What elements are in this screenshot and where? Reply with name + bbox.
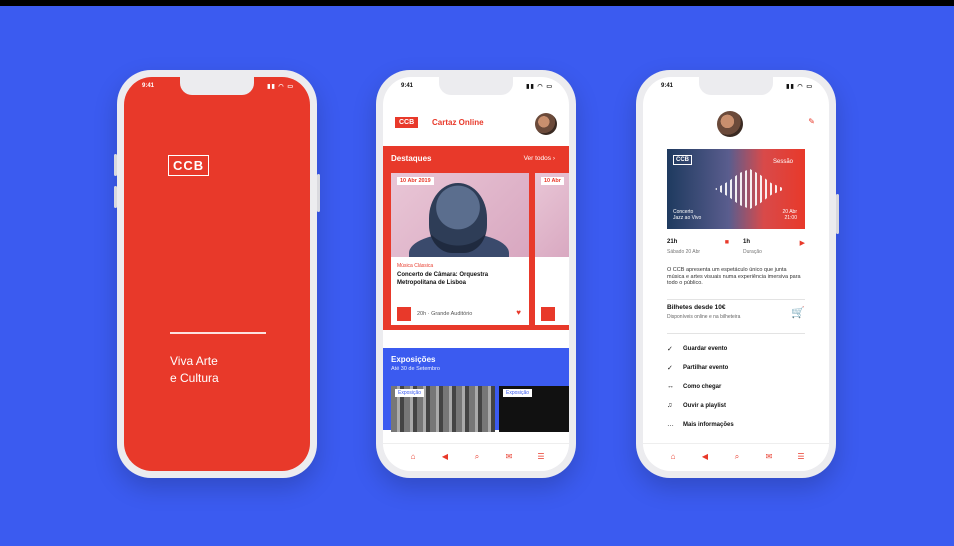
- check-icon: ✓: [667, 365, 673, 372]
- ticket-row[interactable]: Bilhetes desde 10€ Disponíveis online e …: [667, 304, 805, 326]
- phone-detail: 9:41 ▮▮ ◠ ▭ ✎ CCB Sessão Concerto Jazz a…: [636, 70, 839, 478]
- event-title: Concerto de Câmara: Orquestra Metropolit…: [397, 272, 489, 286]
- phone-home: 9:41 ▮▮ ◠ ▭ CCB Cartaz Online Destaques …: [376, 70, 576, 478]
- session-time[interactable]: 21h Sábado 20 Abr ■: [667, 239, 729, 263]
- calendar-icon: ■: [724, 239, 729, 246]
- messages-icon[interactable]: ✉: [501, 452, 517, 461]
- event-card[interactable]: 10 Abr 2019 Música Clássica Concerto de …: [391, 173, 529, 325]
- exhibitions-section: Exposições Até 30 de Setembro Exposição …: [383, 348, 569, 432]
- photo-tag: Exposição: [503, 389, 533, 397]
- session-sub: Sábado 20 Abr: [667, 249, 701, 255]
- status-time: 9:41: [142, 83, 155, 89]
- ccb-logo: CCB: [168, 155, 210, 176]
- avatar[interactable]: [535, 113, 557, 135]
- volume-button: [114, 154, 117, 176]
- heart-icon[interactable]: ♥: [516, 308, 521, 317]
- date-badge: 10 Abr 2019: [397, 177, 434, 185]
- ccb-logo: CCB: [673, 155, 692, 165]
- menu-label: Mais informações: [683, 422, 734, 428]
- ccb-logo[interactable]: CCB: [395, 117, 419, 128]
- home-icon[interactable]: ⌂: [405, 452, 421, 461]
- ticket-sub: Disponíveis online e na bilheteira: [667, 314, 741, 320]
- photo-tag: Exposição: [395, 389, 425, 397]
- splash-tagline: Viva Arte e Cultura: [170, 353, 280, 387]
- event-card-image: 10 Abr 2019: [391, 173, 529, 257]
- divider: [667, 333, 805, 334]
- hero-event-name: Concerto Jazz ao Vivo: [673, 209, 702, 221]
- status-time: 9:41: [661, 83, 674, 89]
- tab-bar: ⌂ ◀ ⌕ ✉ ☰: [643, 443, 829, 471]
- session-label: 21h: [667, 239, 678, 245]
- phone-notch: [699, 77, 773, 95]
- exhibition-photo[interactable]: Exposição: [499, 386, 569, 432]
- ticket-title: Bilhetes desde 10€: [667, 304, 726, 311]
- power-button: [836, 194, 839, 234]
- power-button: [317, 174, 320, 212]
- section-title: Destaques: [391, 154, 432, 163]
- session-duration[interactable]: 1h Duração ▶: [743, 239, 805, 263]
- directions-icon: ↔: [667, 383, 674, 390]
- top-border-bar: [0, 0, 954, 6]
- detail-screen: 9:41 ▮▮ ◠ ▭ ✎ CCB Sessão Concerto Jazz a…: [643, 77, 829, 471]
- messages-icon[interactable]: ✉: [761, 452, 777, 461]
- app-header: CCB Cartaz Online: [383, 107, 569, 141]
- splash-divider: [170, 332, 266, 334]
- session-sub: Duração: [743, 249, 762, 255]
- play-button[interactable]: [397, 307, 411, 321]
- music-icon: ♫: [667, 402, 673, 409]
- home-icon[interactable]: ⌂: [665, 452, 681, 461]
- play-button[interactable]: [541, 307, 555, 321]
- menu-icon[interactable]: ☰: [793, 452, 809, 461]
- event-description: O CCB apresenta um espetáculo único que …: [667, 267, 801, 286]
- section-title: Exposições: [391, 355, 436, 364]
- status-icons: ▮▮ ◠ ▭: [267, 84, 294, 90]
- home-screen: 9:41 ▮▮ ◠ ▭ CCB Cartaz Online Destaques …: [383, 77, 569, 471]
- edit-icon[interactable]: ✎: [808, 117, 815, 126]
- splash-screen: 9:41 ▮▮ ◠ ▭ CCB Viva Arte e Cultura: [124, 77, 310, 471]
- check-icon: ✓: [667, 346, 673, 353]
- event-card[interactable]: 10 Abr: [535, 173, 569, 325]
- search-icon[interactable]: ⌕: [729, 452, 745, 462]
- soundwave-graphic: [715, 169, 785, 209]
- tagline-line-1: Viva Arte: [170, 354, 218, 368]
- menu-label: Guardar evento: [683, 346, 728, 352]
- menu-label: Ouvir a playlist: [683, 403, 727, 409]
- highlights-section: Destaques Ver todos › 10 Abr 2019 Música…: [383, 146, 569, 330]
- header-title: Cartaz Online: [432, 118, 484, 127]
- session-label: 1h: [743, 239, 751, 245]
- menu-icon[interactable]: ☰: [533, 452, 549, 461]
- event-time-venue: 20h · Grande Auditório: [417, 311, 473, 317]
- phone-notch: [439, 77, 513, 95]
- exhibition-photo[interactable]: Exposição: [391, 386, 495, 432]
- event-category: Música Clássica: [397, 263, 434, 269]
- play-icon: ▶: [799, 240, 805, 247]
- date-badge: 10 Abr: [541, 177, 564, 185]
- menu-label: Partilhar evento: [683, 365, 729, 371]
- status-time: 9:41: [401, 83, 414, 89]
- event-card-image: 10 Abr: [535, 173, 569, 257]
- phone-notch: [180, 77, 254, 95]
- hero-label: Sessão: [772, 159, 793, 165]
- event-hero-banner: CCB Sessão Concerto Jazz ao Vivo 20 Abr …: [667, 149, 805, 229]
- menu-label: Como chegar: [683, 384, 722, 390]
- tagline-line-2: e Cultura: [170, 371, 219, 385]
- hero-event-date: 20 Abr 21:00: [782, 209, 797, 221]
- speaker-icon[interactable]: ◀: [437, 452, 453, 461]
- avatar[interactable]: [717, 111, 743, 137]
- more-icon: …: [667, 421, 674, 428]
- section-subtitle: Até 30 de Setembro: [391, 366, 440, 372]
- see-all-link[interactable]: Ver todos ›: [524, 155, 555, 162]
- volume-button: [114, 186, 117, 208]
- divider: [667, 299, 805, 300]
- cart-icon[interactable]: 🛒: [791, 306, 805, 319]
- status-icons: ▮▮ ◠ ▭: [526, 84, 553, 90]
- status-icons: ▮▮ ◠ ▭: [786, 84, 813, 90]
- speaker-icon[interactable]: ◀: [697, 452, 713, 461]
- phone-splash: 9:41 ▮▮ ◠ ▭ CCB Viva Arte e Cultura: [114, 70, 320, 478]
- search-icon[interactable]: ⌕: [469, 452, 485, 462]
- tab-bar: ⌂ ◀ ⌕ ✉ ☰: [383, 443, 569, 471]
